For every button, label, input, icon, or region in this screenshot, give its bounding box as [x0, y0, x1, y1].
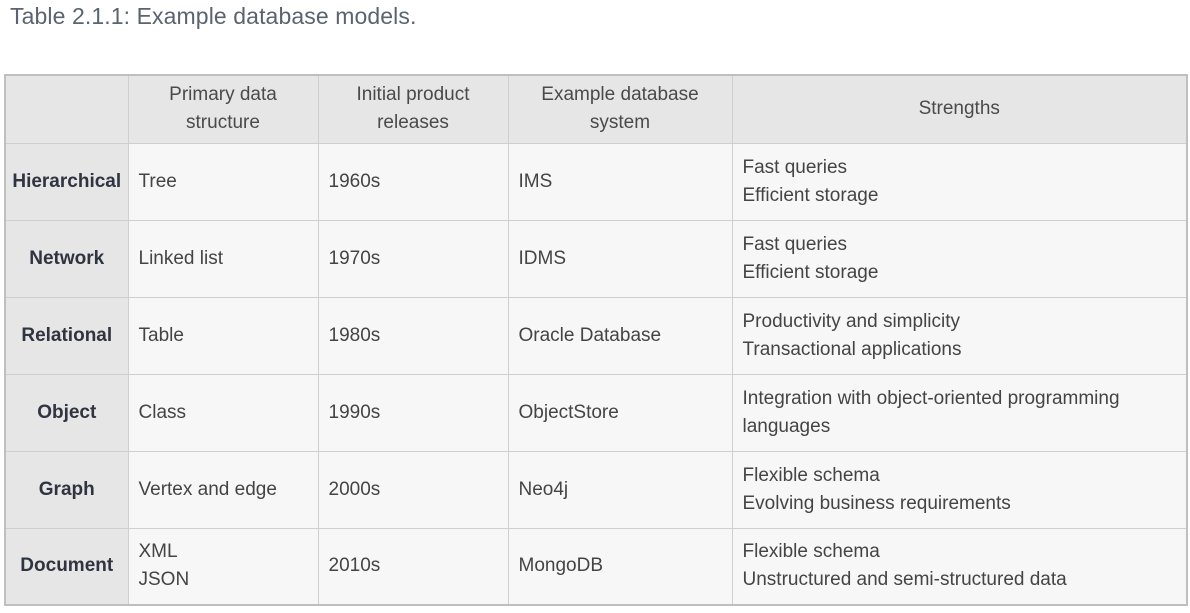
header-cell-corner [4, 74, 129, 144]
cell-strengths: Flexible schema Unstructured and semi-str… [731, 527, 1188, 606]
row-header-model: Relational [4, 296, 129, 375]
table-row-relational: Relational Table 1980s Oracle Database Produ… [4, 296, 1188, 375]
table-row-document: Document XML JSON 2010s MongoDB Flexible sche… [4, 527, 1188, 606]
cell-strengths: Productivity and simplicity Transactional… [731, 296, 1188, 375]
cell-strengths-line: Unstructured and semi-structured data [742, 569, 1067, 591]
cell-example-database-system: Oracle Database [507, 296, 733, 375]
cell-strengths-line: Productivity and simplicity [742, 310, 961, 332]
cell-primary-data-structure-line: Table [138, 324, 184, 346]
cell-primary-data-structure-line: Vertex and edge [138, 478, 277, 500]
cell-strengths-line: Fast queries [742, 156, 848, 178]
cell-example-database-system: ObjectStore [507, 373, 733, 452]
table-row-object: Object Class 1990s ObjectStore Integration w… [4, 373, 1188, 452]
cell-strengths-line: Transactional applications [742, 338, 962, 360]
row-header-model: Network [4, 219, 129, 298]
cell-strengths: Fast queries Efficient storage [731, 142, 1188, 221]
cell-strengths: Integration with object-oriented program… [731, 373, 1188, 452]
row-header-model: Document [4, 527, 129, 606]
cell-primary-data-structure: Class [127, 373, 319, 452]
table-caption: Table 2.1.1: Example database models. [10, 3, 417, 29]
cell-initial-product-release: 1990s [317, 373, 509, 452]
cell-example-database-system: MongoDB [507, 527, 733, 606]
cell-initial-product-release: 2010s [317, 527, 509, 606]
cell-strengths: Flexible schema Evolving business require… [731, 450, 1188, 529]
cell-primary-data-structure-line: JSON [138, 569, 190, 591]
header-cell-strengths: Strengths [731, 74, 1188, 144]
cell-strengths-line: Integration with object-oriented program… [742, 387, 1120, 409]
cell-strengths-line: Flexible schema [742, 541, 880, 563]
table-row-network: Network Linked list 1970s IDMS Fast queries E… [4, 219, 1188, 298]
cell-strengths-line: Flexible schema [742, 464, 880, 486]
cell-primary-data-structure: XML JSON [127, 527, 319, 606]
cell-primary-data-structure-line: XML [138, 541, 178, 563]
cell-initial-product-release: 2000s [317, 450, 509, 529]
header-row: Primary data structure Initial product r… [4, 74, 1188, 144]
header-cell-primary-data-structure: Primary data structure [127, 74, 319, 144]
cell-primary-data-structure: Table [127, 296, 319, 375]
cell-primary-data-structure-line: Class [138, 401, 187, 423]
cell-example-database-system: IMS [507, 142, 733, 221]
row-header-model: Object [4, 373, 129, 452]
database-models-table-wrapper: Primary data structure Initial product r… [4, 74, 1188, 606]
cell-primary-data-structure-line: Tree [138, 170, 177, 192]
row-header-model: Graph [4, 450, 129, 529]
cell-strengths-line: Fast queries [742, 233, 848, 255]
cell-strengths: Fast queries Efficient storage [731, 219, 1188, 298]
cell-initial-product-release: 1980s [317, 296, 509, 375]
row-header-model: Hierarchical [4, 142, 129, 221]
table-row-graph: Graph Vertex and edge 2000s Neo4j Flexible s… [4, 450, 1188, 529]
header-cell-initial-product-releases: Initial product releases [317, 74, 509, 144]
cell-strengths-line: Efficient storage [742, 261, 879, 283]
cell-example-database-system: IDMS [507, 219, 733, 298]
cell-primary-data-structure-line: Linked list [138, 247, 224, 269]
cell-initial-product-release: 1970s [317, 219, 509, 298]
cell-example-database-system: Neo4j [507, 450, 733, 529]
cell-primary-data-structure: Linked list [127, 219, 319, 298]
cell-strengths-line: languages [742, 415, 831, 437]
cell-primary-data-structure: Tree [127, 142, 319, 221]
cell-primary-data-structure: Vertex and edge [127, 450, 319, 529]
cell-initial-product-release: 1960s [317, 142, 509, 221]
database-models-table: Primary data structure Initial product r… [4, 74, 1188, 606]
cell-strengths-line: Efficient storage [742, 184, 879, 206]
cell-strengths-line: Evolving business requirements [742, 492, 1011, 514]
header-cell-example-database-system: Example database system [507, 74, 733, 144]
table-row-hierarchical: Hierarchical Tree 1960s IMS Fast queries Effi… [4, 142, 1188, 221]
table-body: Hierarchical Tree 1960s IMS Fast queries Effi… [4, 142, 1188, 606]
